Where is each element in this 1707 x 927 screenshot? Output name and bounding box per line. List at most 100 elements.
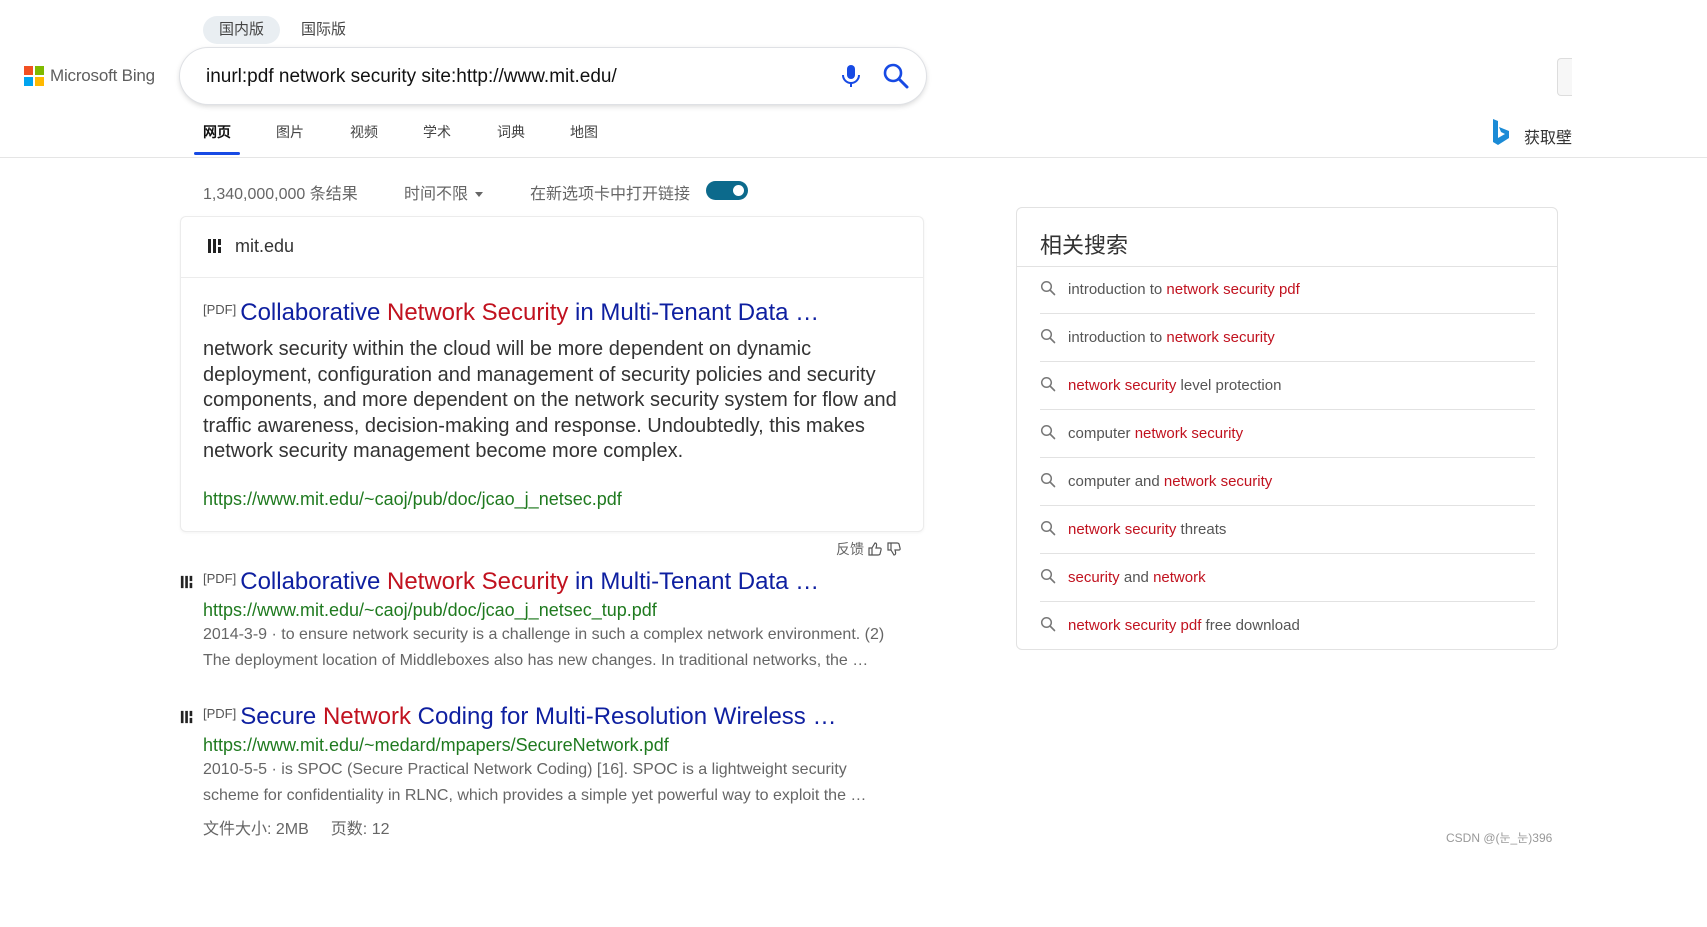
related-term: introduction to xyxy=(1068,281,1167,298)
related-search-text: introduction to network security xyxy=(1068,329,1275,346)
pdf-tag: [PDF] xyxy=(203,571,237,586)
time-filter-dropdown[interactable]: 时间不限 xyxy=(404,180,484,204)
site-name[interactable]: mit.edu xyxy=(235,236,294,257)
related-term-highlight: network security xyxy=(1163,473,1273,490)
account-button[interactable] xyxy=(1557,58,1572,96)
result-file-meta: 文件大小: 2MB 页数: 12 xyxy=(203,815,412,839)
snippet-line: The deployment location of Middleboxes a… xyxy=(203,652,869,669)
related-term-highlight: network xyxy=(1153,569,1206,586)
related-search-item[interactable]: network security threats xyxy=(1040,507,1535,554)
mit-logo-icon xyxy=(180,575,193,589)
featured-result-card: mit.edu [PDF] Collaborative Network Secur… xyxy=(180,216,924,532)
tab-images[interactable]: 图片 xyxy=(276,122,304,142)
header-divider xyxy=(0,157,1707,158)
result-title-link[interactable]: [PDF] Secure Network Coding for Multi-Res… xyxy=(203,703,836,731)
related-search-text: network security threats xyxy=(1068,521,1226,538)
related-term-highlight: network security xyxy=(1068,521,1177,538)
new-tab-toggle[interactable] xyxy=(706,181,748,200)
result-snippet: 2014-3-9 · to ensure network security is… xyxy=(203,622,903,674)
logo-text: Microsoft Bing xyxy=(50,66,155,85)
mit-logo-icon xyxy=(208,239,221,253)
related-search-text: security and network xyxy=(1068,569,1206,586)
related-term-highlight: network security xyxy=(1134,425,1244,442)
chevron-down-icon xyxy=(475,192,484,198)
title-part: in Multi-Tenant Data … xyxy=(568,299,820,326)
date-separator: · xyxy=(267,761,282,778)
microsoft-logo-icon xyxy=(24,66,44,86)
feedback: 反馈 xyxy=(836,539,902,559)
related-search-text: computer network security xyxy=(1068,425,1243,442)
watermark: CSDN @(눈_눈)396 xyxy=(1446,831,1553,845)
search-icon xyxy=(1040,616,1056,632)
related-search-text: network security pdf free download xyxy=(1068,617,1300,634)
related-term: computer and xyxy=(1068,473,1164,490)
file-size: 文件大小: 2MB xyxy=(203,821,309,838)
tab-web[interactable]: 网页 xyxy=(203,122,231,142)
title-part: Secure xyxy=(240,703,323,730)
tab-maps[interactable]: 地图 xyxy=(570,122,598,142)
related-term-highlight: network security xyxy=(1166,329,1275,346)
related-search-item[interactable]: network security pdf free download xyxy=(1040,603,1535,650)
tab-dictionary[interactable]: 词典 xyxy=(497,122,525,142)
page-count: 页数: 12 xyxy=(330,821,390,838)
related-searches-panel: 相关搜索 introduction to network security pd… xyxy=(1016,207,1558,650)
pdf-tag: [PDF] xyxy=(203,706,237,721)
result-title-link[interactable]: [PDF] Collaborative Network Security in M… xyxy=(203,568,819,596)
snippet-line: to ensure network security is a challeng… xyxy=(281,626,885,643)
thumbs-up-icon[interactable] xyxy=(867,541,883,557)
related-term: computer xyxy=(1068,425,1135,442)
pdf-tag: [PDF] xyxy=(203,302,237,317)
related-search-text: introduction to network security pdf xyxy=(1068,281,1300,298)
related-search-item[interactable]: computer network security xyxy=(1040,411,1535,458)
search-icon xyxy=(1040,568,1056,584)
get-wallpaper-link[interactable]: 获取壁 xyxy=(1524,124,1572,148)
related-term: free download xyxy=(1201,617,1300,634)
search-box xyxy=(180,48,926,104)
result-snippet: network security within the cloud will b… xyxy=(203,338,897,462)
active-tab-indicator xyxy=(194,152,240,155)
related-term-highlight: network security pdf xyxy=(1068,617,1202,634)
related-term: and xyxy=(1119,569,1154,586)
region-tab-domestic[interactable]: 国内版 xyxy=(203,16,281,44)
related-search-item[interactable]: introduction to network security pdf xyxy=(1040,267,1535,314)
result-snippet: 2010-5-5 · is SPOC (Secure Practical Net… xyxy=(203,757,903,809)
microphone-icon[interactable] xyxy=(840,63,862,89)
related-search-item[interactable]: introduction to network security xyxy=(1040,315,1535,362)
date-separator: · xyxy=(267,626,282,643)
related-search-text: network security level protection xyxy=(1068,377,1281,394)
search-icon xyxy=(1040,472,1056,488)
search-icon xyxy=(1040,376,1056,392)
search-input[interactable] xyxy=(204,60,828,94)
search-icon xyxy=(1040,328,1056,344)
result-date: 2010-5-5 xyxy=(203,761,268,778)
result-url[interactable]: https://www.mit.edu/~caoj/pub/doc/jcao_j… xyxy=(203,489,622,510)
mit-logo-icon xyxy=(180,710,193,724)
thumbs-down-icon[interactable] xyxy=(886,541,902,557)
related-term: introduction to xyxy=(1068,329,1167,346)
title-part-highlight: Network Security xyxy=(386,299,569,326)
snippet-line: scheme for confidentiality in RLNC, whic… xyxy=(203,787,867,804)
related-search-item[interactable]: computer and network security xyxy=(1040,459,1535,506)
result-count: 1,340,000,000 条结果 xyxy=(203,186,358,203)
region-tab-international[interactable]: 国际版 xyxy=(285,16,362,44)
bing-logo[interactable]: Microsoft Bing xyxy=(24,66,155,86)
title-part-highlight: Network xyxy=(322,703,411,730)
related-term: level protection xyxy=(1176,377,1282,394)
search-icon xyxy=(1040,280,1056,296)
title-part: Coding for Multi-Resolution Wireless … xyxy=(410,703,837,730)
search-icon[interactable] xyxy=(882,62,910,90)
related-term-highlight: network security pdf xyxy=(1166,281,1300,298)
bing-b-icon[interactable] xyxy=(1490,118,1512,148)
related-search-item[interactable]: network security level protection xyxy=(1040,363,1535,410)
time-filter-label: 时间不限 xyxy=(404,186,469,203)
result-url[interactable]: https://www.mit.edu/~medard/mpapers/Secu… xyxy=(203,735,669,756)
related-term-highlight: security xyxy=(1068,569,1120,586)
result-title-link[interactable]: [PDF] Collaborative Network Security in M… xyxy=(203,299,819,327)
tab-academic[interactable]: 学术 xyxy=(423,122,451,142)
feedback-label[interactable]: 反馈 xyxy=(836,539,864,559)
tab-videos[interactable]: 视频 xyxy=(350,122,378,142)
new-tab-label: 在新选项卡中打开链接 xyxy=(530,186,691,203)
toggle-knob xyxy=(733,185,744,196)
related-search-item[interactable]: security and network xyxy=(1040,555,1535,602)
result-url[interactable]: https://www.mit.edu/~caoj/pub/doc/jcao_j… xyxy=(203,600,657,621)
